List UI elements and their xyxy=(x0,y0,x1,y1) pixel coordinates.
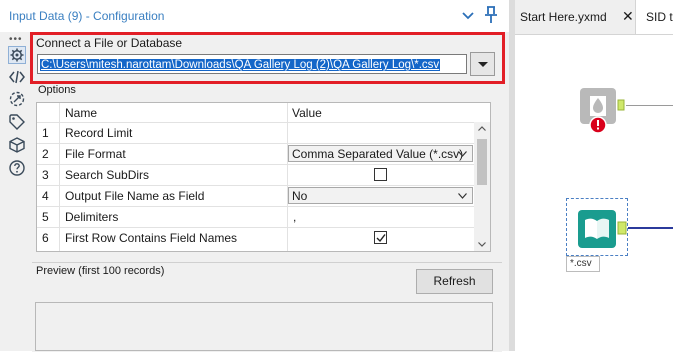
table-row[interactable]: 6 First Row Contains Field Names xyxy=(37,227,474,248)
refresh-button[interactable]: Refresh xyxy=(416,269,493,294)
file-format-value: Comma Separated Value (*.csv) xyxy=(292,147,464,161)
grid-scrollbar[interactable] xyxy=(474,122,490,251)
options-label: Options xyxy=(38,84,76,96)
row-number: 5 xyxy=(42,210,49,224)
document-tab-strip: Start Here.yxmd SID to xyxy=(515,0,673,35)
scroll-down-icon[interactable] xyxy=(478,242,486,247)
scrollbar-thumb[interactable] xyxy=(477,139,487,185)
tool-caption: *.csv xyxy=(566,256,600,272)
row-name: Record Limit xyxy=(65,126,133,140)
tag-icon[interactable] xyxy=(8,113,26,131)
file-format-select[interactable]: Comma Separated Value (*.csv) xyxy=(288,145,473,162)
checkmark-icon xyxy=(376,234,386,243)
chevron-down-icon[interactable] xyxy=(459,6,477,24)
delimiters-value[interactable]: , xyxy=(293,210,296,224)
column-header-name: Name xyxy=(65,106,98,120)
output-file-name-select[interactable]: No xyxy=(288,187,473,204)
output-file-name-value: No xyxy=(292,189,308,203)
table-row[interactable]: 4 Output File Name as Field No xyxy=(37,185,474,206)
annotation-icon[interactable] xyxy=(8,90,26,108)
tab-label: SID to xyxy=(646,10,673,24)
disabled-tool-node[interactable] xyxy=(576,84,626,138)
highlight-annotation-box xyxy=(30,32,505,84)
table-row[interactable]: 3 Search SubDirs xyxy=(37,164,474,185)
connector-line xyxy=(626,105,673,106)
chevron-down-icon xyxy=(458,193,467,199)
row-number: 1 xyxy=(42,126,49,140)
row-name: File Format xyxy=(65,147,126,161)
cube-icon[interactable] xyxy=(8,136,26,154)
config-title: Input Data (9) - Configuration xyxy=(9,9,165,23)
row-name: Output File Name as Field xyxy=(65,189,205,203)
close-icon[interactable]: ✕ xyxy=(622,8,634,25)
first-row-field-names-checkbox[interactable] xyxy=(374,231,387,244)
grid-header: Name Value xyxy=(37,103,490,123)
code-icon[interactable] xyxy=(8,68,26,86)
row-number: 3 xyxy=(42,168,49,182)
row-number: 6 xyxy=(42,231,49,245)
pin-icon[interactable] xyxy=(482,5,500,25)
workflow-canvas[interactable] xyxy=(515,35,673,351)
row-name: Search SubDirs xyxy=(65,168,150,182)
connector-line xyxy=(628,227,673,229)
preview-label: Preview (first 100 records) xyxy=(36,265,165,277)
chevron-down-icon xyxy=(458,151,467,157)
row-number: 4 xyxy=(42,189,49,203)
config-title-bar: Input Data (9) - Configuration xyxy=(0,0,509,32)
gear-icon[interactable] xyxy=(8,46,26,64)
preview-grid-area xyxy=(35,302,493,351)
table-row[interactable]: 2 File Format Comma Separated Value (*.c… xyxy=(37,143,474,164)
column-header-value: Value xyxy=(292,106,322,120)
row-name: Delimiters xyxy=(65,210,119,224)
search-subdirs-checkbox[interactable] xyxy=(374,168,387,181)
tool-caption-text: *.csv xyxy=(570,258,592,269)
config-icon-rail: ••• xyxy=(0,32,32,351)
row-name: First Row Contains Field Names xyxy=(65,231,238,245)
options-grid: Name Value 1 Record Limit 2 File Format … xyxy=(36,102,491,252)
input-data-tool-node[interactable] xyxy=(576,208,628,250)
tab-label: Start Here.yxmd xyxy=(520,10,607,24)
table-row[interactable]: 1 Record Limit xyxy=(37,122,474,143)
tab-sid[interactable]: SID to xyxy=(635,0,673,34)
scroll-up-icon[interactable] xyxy=(478,126,486,131)
row-number: 2 xyxy=(42,147,49,161)
tab-start-here[interactable]: Start Here.yxmd xyxy=(515,0,635,34)
table-row[interactable]: 5 Delimiters , xyxy=(37,206,474,227)
help-icon[interactable] xyxy=(8,159,26,177)
more-dots-icon[interactable]: ••• xyxy=(9,34,23,45)
